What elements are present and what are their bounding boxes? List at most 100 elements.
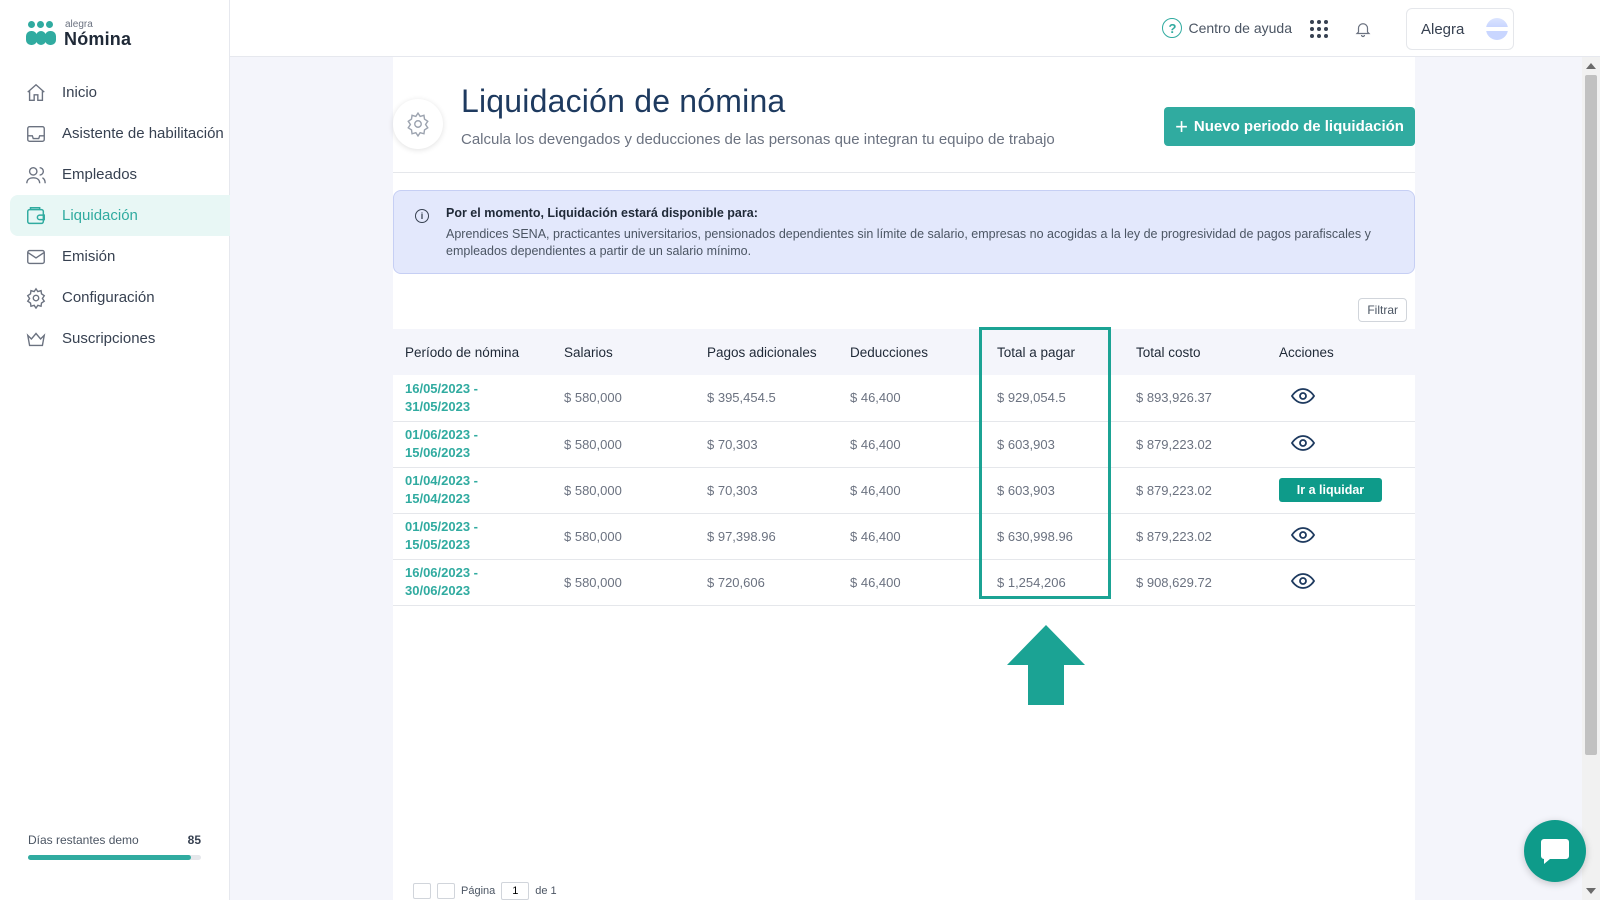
eye-icon[interactable] <box>1290 387 1316 408</box>
table-row: 01/04/2023 - 15/04/2023 $ 580,000 $ 70,30… <box>393 467 1415 514</box>
sidebar-nav: Inicio Asistente de habilitación Emplead… <box>0 72 230 359</box>
demo-days-widget: Días restantes demo 85 <box>28 833 201 860</box>
column-header-salarios: Salarios <box>564 344 613 360</box>
sidebar-item-suscripciones[interactable]: Suscripciones <box>0 318 230 359</box>
eye-icon[interactable] <box>1290 526 1316 547</box>
bell-icon[interactable] <box>1354 20 1372 43</box>
period-start[interactable]: 16/06/2023 - <box>405 565 478 580</box>
page-count: de 1 <box>535 885 557 897</box>
topbar: ? Centro de ayuda Alegra <box>230 0 1600 57</box>
demo-days-count: 85 <box>187 833 201 847</box>
scroll-up-arrow-icon[interactable] <box>1586 63 1596 69</box>
cell-salarios: $ 580,000 <box>552 421 695 468</box>
table-header-row: Período de nómina Salarios Pagos adicion… <box>393 329 1415 375</box>
sidebar: alegra Nómina Inicio Asistente de habili… <box>0 0 230 900</box>
app-logo[interactable]: alegra Nómina <box>26 20 131 48</box>
demo-progress-bar <box>28 855 201 860</box>
period-end[interactable]: 31/05/2023 <box>405 399 470 414</box>
info-text: Aprendices SENA, practicantes universita… <box>446 227 1371 258</box>
period-link[interactable]: 01/05/2023 - 15/05/2023 <box>393 513 552 560</box>
info-icon: i <box>415 209 429 223</box>
settings-gear-icon <box>393 99 443 149</box>
page-scrollbar[interactable] <box>1582 57 1600 900</box>
scroll-thumb[interactable] <box>1585 75 1597 755</box>
sidebar-item-configuracion[interactable]: Configuración <box>0 277 230 318</box>
total-column-highlight <box>979 327 1111 599</box>
table-row: 16/05/2023 - 31/05/2023 $ 580,000 $ 395,4… <box>393 375 1415 422</box>
cell-acciones <box>1267 375 1415 422</box>
chat-bubble-icon <box>1541 839 1569 864</box>
cell-deducciones: $ 46,400 <box>838 375 981 422</box>
cell-salarios: $ 580,000 <box>552 559 695 606</box>
table-row: 01/05/2023 - 15/05/2023 $ 580,000 $ 97,39… <box>393 513 1415 560</box>
cell-costo: $ 879,223.02 <box>1124 513 1267 560</box>
crown-icon <box>25 328 47 350</box>
page-subtitle: Calcula los devengados y deducciones de … <box>461 131 1055 148</box>
period-start[interactable]: 01/05/2023 - <box>405 519 478 534</box>
sidebar-item-label: Empleados <box>62 166 138 183</box>
period-end[interactable]: 30/06/2023 <box>405 583 470 598</box>
logo-name: Nómina <box>64 29 132 49</box>
column-header-pagos: Pagos adicionales <box>707 344 817 360</box>
period-start[interactable]: 16/05/2023 - <box>405 381 478 396</box>
arrow-up-icon <box>1007 625 1085 710</box>
pagination: Página de 1 <box>413 882 557 900</box>
cell-salarios: $ 580,000 <box>552 375 695 422</box>
user-name: Alegra <box>1421 20 1465 38</box>
chat-button[interactable] <box>1524 820 1586 882</box>
column-header-acciones: Acciones <box>1279 344 1334 360</box>
period-end[interactable]: 15/05/2023 <box>405 537 470 552</box>
period-end[interactable]: 15/06/2023 <box>405 445 470 460</box>
sidebar-item-liquidacion[interactable]: Liquidación <box>10 195 230 236</box>
sidebar-item-label: Liquidación <box>62 207 138 224</box>
cell-costo: $ 879,223.02 <box>1124 421 1267 468</box>
plus-icon: + <box>1175 113 1188 139</box>
period-link[interactable]: 16/05/2023 - 31/05/2023 <box>393 375 552 422</box>
sidebar-item-empleados[interactable]: Empleados <box>0 154 230 195</box>
eye-icon[interactable] <box>1290 572 1316 593</box>
logo-people-icon <box>26 21 56 47</box>
help-center-link[interactable]: ? Centro de ayuda <box>1162 18 1292 38</box>
inbox-icon <box>25 123 47 145</box>
cell-pagos: $ 70,303 <box>695 421 838 468</box>
home-icon <box>25 82 47 104</box>
demo-progress-fill <box>28 855 191 860</box>
cell-acciones <box>1267 421 1415 468</box>
prev-page-icon[interactable] <box>437 883 455 899</box>
period-end[interactable]: 15/04/2023 <box>405 491 470 506</box>
table-row: 01/06/2023 - 15/06/2023 $ 580,000 $ 70,30… <box>393 421 1415 468</box>
first-page-icon[interactable] <box>413 883 431 899</box>
eye-icon[interactable] <box>1290 434 1316 455</box>
apps-grid-icon[interactable] <box>1310 20 1328 38</box>
cell-deducciones: $ 46,400 <box>838 421 981 468</box>
mail-icon <box>25 246 47 268</box>
period-start[interactable]: 01/04/2023 - <box>405 473 478 488</box>
sidebar-item-emision[interactable]: Emisión <box>0 236 230 277</box>
scroll-down-arrow-icon[interactable] <box>1586 888 1596 894</box>
period-link[interactable]: 01/04/2023 - 15/04/2023 <box>393 467 552 514</box>
cell-salarios: $ 580,000 <box>552 513 695 560</box>
filter-button[interactable]: Filtrar <box>1358 298 1407 322</box>
sidebar-item-label: Inicio <box>62 84 98 101</box>
period-link[interactable]: 01/06/2023 - 15/06/2023 <box>393 421 552 468</box>
column-header-deducciones: Deducciones <box>850 344 929 360</box>
period-start[interactable]: 01/06/2023 - <box>405 427 478 442</box>
gear-icon <box>25 287 47 309</box>
sidebar-item-inicio[interactable]: Inicio <box>0 72 230 113</box>
user-menu[interactable]: Alegra <box>1406 8 1514 50</box>
cell-pagos: $ 70,303 <box>695 467 838 514</box>
new-period-button[interactable]: + Nuevo periodo de liquidación <box>1164 107 1415 146</box>
go-liquidate-button[interactable]: Ir a liquidar <box>1279 478 1382 502</box>
cell-acciones <box>1267 559 1415 606</box>
payroll-table: Período de nómina Salarios Pagos adicion… <box>393 329 1415 606</box>
info-title: Por el momento, Liquidación estará dispo… <box>446 206 758 220</box>
page-input[interactable] <box>501 882 530 900</box>
column-header-costo: Total costo <box>1136 344 1201 360</box>
cell-deducciones: $ 46,400 <box>838 559 981 606</box>
cell-costo: $ 879,223.02 <box>1124 467 1267 514</box>
sidebar-item-label: Configuración <box>62 289 155 306</box>
help-center-label: Centro de ayuda <box>1188 20 1292 36</box>
demo-days-label: Días restantes demo <box>28 833 139 847</box>
sidebar-item-asistente[interactable]: Asistente de habilitación <box>0 113 230 154</box>
period-link[interactable]: 16/06/2023 - 30/06/2023 <box>393 559 552 606</box>
